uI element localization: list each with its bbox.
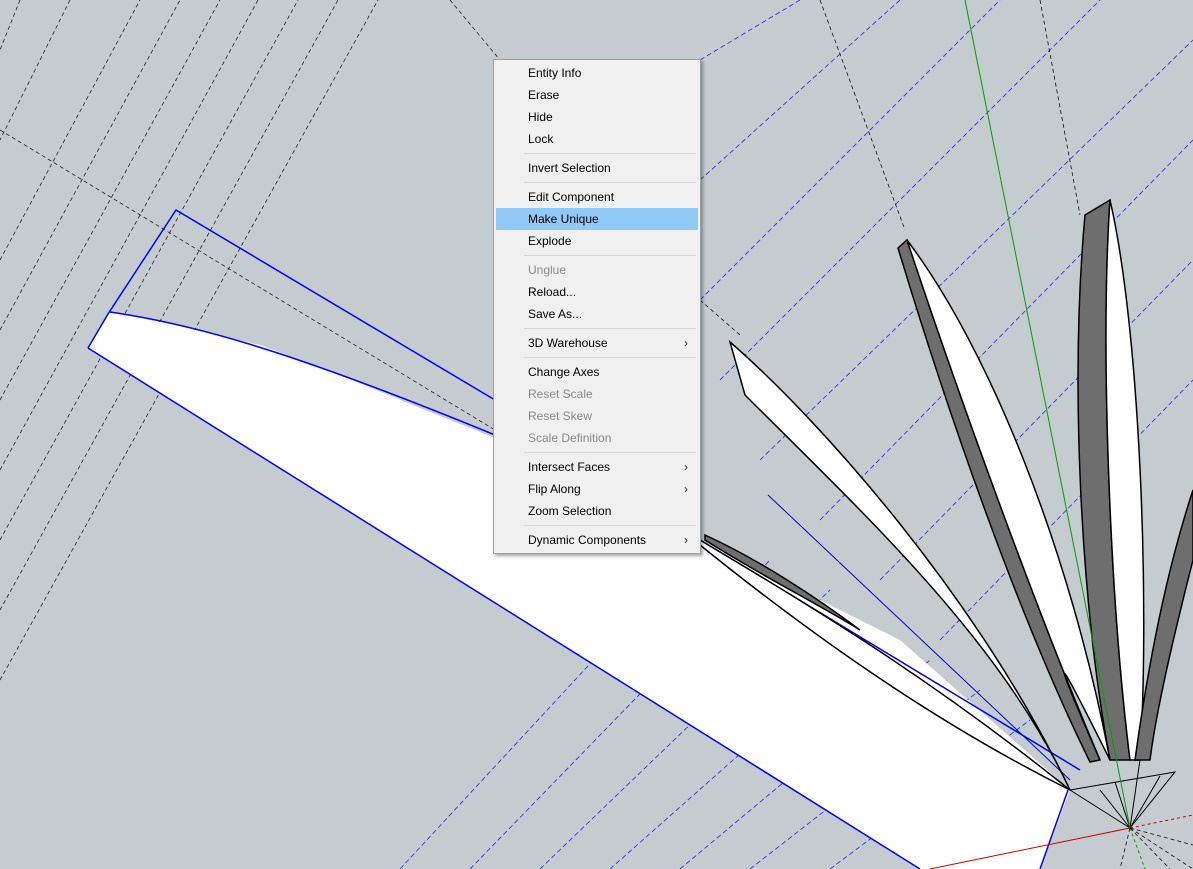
menu-item-make-unique[interactable]: Make Unique <box>496 208 698 230</box>
menu-separator <box>524 182 696 183</box>
menu-item-hide[interactable]: Hide <box>496 106 698 128</box>
menu-item-label: Save As... <box>528 307 583 321</box>
menu-item-3d-warehouse[interactable]: 3D Warehouse › <box>496 332 698 354</box>
menu-item-lock[interactable]: Lock <box>496 128 698 150</box>
menu-item-label: Make Unique <box>528 212 599 226</box>
menu-item-reload[interactable]: Reload... <box>496 281 698 303</box>
submenu-arrow-icon: › <box>684 336 688 350</box>
menu-item-label: Erase <box>528 88 560 102</box>
menu-item-scale-definition[interactable]: Scale Definition <box>496 427 698 449</box>
menu-item-label: Dynamic Components <box>528 533 647 547</box>
menu-separator <box>524 452 696 453</box>
menu-separator <box>524 525 696 526</box>
menu-item-erase[interactable]: Erase <box>496 84 698 106</box>
menu-item-label: Scale Definition <box>528 431 612 445</box>
menu-item-zoom-selection[interactable]: Zoom Selection <box>496 500 698 522</box>
menu-item-label: Edit Component <box>528 190 615 204</box>
menu-item-change-axes[interactable]: Change Axes <box>496 361 698 383</box>
menu-item-label: Reset Skew <box>528 409 593 423</box>
menu-item-edit-component[interactable]: Edit Component <box>496 186 698 208</box>
menu-separator <box>524 255 696 256</box>
menu-separator <box>524 357 696 358</box>
menu-item-label: Unglue <box>528 263 567 277</box>
menu-item-dynamic-components[interactable]: Dynamic Components › <box>496 529 698 551</box>
menu-separator <box>524 328 696 329</box>
menu-item-entity-info[interactable]: Entity Info <box>496 62 698 84</box>
context-menu[interactable]: Entity Info Erase Hide Lock Invert Selection… <box>493 59 701 554</box>
menu-item-label: Flip Along <box>528 482 581 496</box>
submenu-arrow-icon: › <box>684 460 688 474</box>
menu-item-label: Reset Scale <box>528 387 593 401</box>
menu-item-reset-scale[interactable]: Reset Scale <box>496 383 698 405</box>
menu-item-label: 3D Warehouse <box>528 336 608 350</box>
menu-item-label: Intersect Faces <box>528 460 611 474</box>
menu-item-label: Lock <box>528 132 554 146</box>
menu-item-reset-skew[interactable]: Reset Skew <box>496 405 698 427</box>
menu-item-label: Entity Info <box>528 66 582 80</box>
submenu-arrow-icon: › <box>684 533 688 547</box>
menu-item-unglue[interactable]: Unglue <box>496 259 698 281</box>
menu-item-invert-selection[interactable]: Invert Selection <box>496 157 698 179</box>
menu-separator <box>524 153 696 154</box>
menu-item-label: Zoom Selection <box>528 504 612 518</box>
menu-item-label: Explode <box>528 234 572 248</box>
menu-item-save-as[interactable]: Save As... <box>496 303 698 325</box>
menu-item-explode[interactable]: Explode <box>496 230 698 252</box>
submenu-arrow-icon: › <box>684 482 688 496</box>
menu-item-intersect-faces[interactable]: Intersect Faces › <box>496 456 698 478</box>
menu-item-label: Hide <box>528 110 553 124</box>
menu-item-flip-along[interactable]: Flip Along › <box>496 478 698 500</box>
menu-item-label: Invert Selection <box>528 161 611 175</box>
menu-item-label: Reload... <box>528 285 577 299</box>
menu-item-label: Change Axes <box>528 365 600 379</box>
